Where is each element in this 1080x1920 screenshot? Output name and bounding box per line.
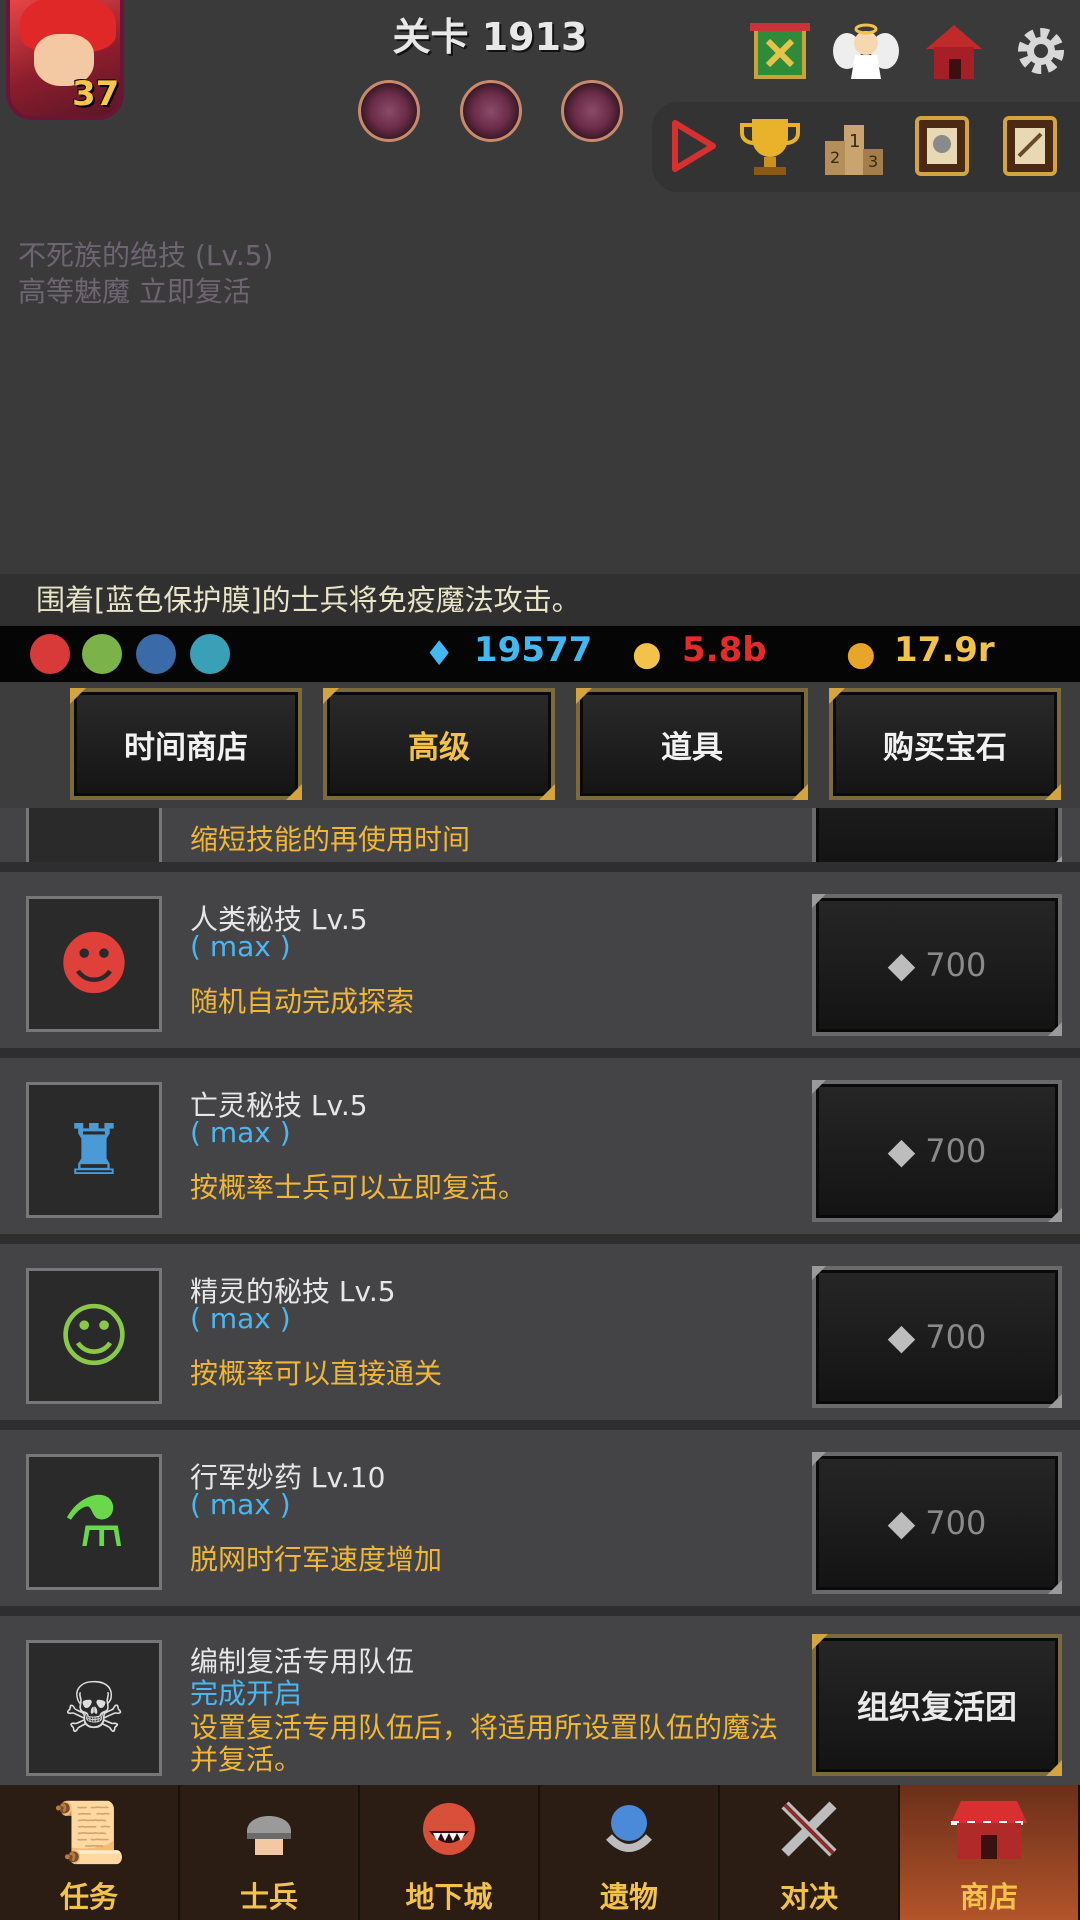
list-item: ♜ 亡灵秘技 Lv.5 ( max ) 按概率士兵可以立即复活。 ◆ 700 xyxy=(0,1048,1080,1234)
skill-effect-line1: 不死族的绝技 (Lv.5) xyxy=(18,239,274,272)
house-icon[interactable] xyxy=(921,18,987,84)
list-item: ☺ 精灵的秘技 Lv.5 ( max ) 按概率可以直接通关 ◆ 700 xyxy=(0,1234,1080,1420)
buy-undead-skill-button[interactable]: ◆ 700 xyxy=(812,1080,1062,1222)
nav-label: 任务 xyxy=(59,1880,118,1914)
guild-banner-icon[interactable] xyxy=(747,18,813,84)
list-item-desc: 脱网时行军速度增加 xyxy=(190,1543,443,1576)
list-item-status: ( max ) xyxy=(190,930,291,963)
list-item-desc: 随机自动完成探索 xyxy=(190,985,415,1018)
gold-coin-icon: ● xyxy=(846,634,876,674)
stage-title: 关卡 1913 xyxy=(392,15,588,59)
list-item: ⚗ 行军妙药 Lv.10 ( max ) 脱网时行军速度增加 ◆ 700 xyxy=(0,1420,1080,1606)
nav-label: 对决 xyxy=(779,1880,838,1914)
nav-item-quests[interactable]: 📜 任务 xyxy=(0,1785,180,1920)
nav-item-dungeon[interactable]: 地下城 xyxy=(360,1785,540,1920)
skill-effect-text: 不死族的绝技 (Lv.5) 高等魅魔 立即复活 xyxy=(18,238,273,310)
gear-icon[interactable] xyxy=(1008,18,1074,84)
buy-elf-skill-button[interactable]: ◆ 700 xyxy=(812,1266,1062,1408)
list-item-desc: 按概率士兵可以立即复活。 xyxy=(190,1171,527,1204)
nav-label: 遗物 xyxy=(599,1880,658,1914)
trophy-icon[interactable] xyxy=(736,112,804,180)
stage-star-2 xyxy=(460,80,522,142)
list-item-status: ( max ) xyxy=(190,1302,291,1335)
bottom-nav: 📜 任务 士兵 地下城 遗物 对决 商店 xyxy=(0,1785,1080,1920)
nav-label: 商店 xyxy=(959,1880,1018,1914)
dungeon-monster-icon xyxy=(415,1797,483,1876)
nav-item-relics[interactable]: 遗物 xyxy=(540,1785,720,1920)
potion-icon: ⚗ xyxy=(26,1454,162,1590)
stage-star-1 xyxy=(358,80,420,142)
human-warrior-icon: ☻ xyxy=(26,896,162,1032)
shop-icon xyxy=(947,1797,1031,1878)
elf-race-icon xyxy=(82,634,122,674)
angel-icon[interactable] xyxy=(833,18,899,84)
list-item-status: 完成开启 xyxy=(190,1677,303,1710)
buy-march-potion-button[interactable]: ◆ 700 xyxy=(812,1452,1062,1594)
nav-item-soldiers[interactable]: 士兵 xyxy=(180,1785,360,1920)
human-race-icon xyxy=(30,634,70,674)
skill-effect-line2: 高等魅魔 立即复活 xyxy=(18,275,251,308)
shop-list[interactable]: 缩短技能的再使用时间 ☻ 人类秘技 Lv.5 ( max ) 随机自动完成探索 … xyxy=(0,808,1080,1785)
list-item: ☠ 编制复活专用队伍 完成开启 设置复活专用队伍后，将适用所设置队伍的魔法并复活… xyxy=(0,1606,1080,1785)
gem-count: 19577 xyxy=(474,630,593,670)
elf-icon: ☺ xyxy=(26,1268,162,1404)
organize-revive-team-button[interactable]: 组织复活团 xyxy=(812,1634,1062,1776)
nav-item-battle[interactable]: 对决 xyxy=(720,1785,900,1920)
price-value: 700 xyxy=(925,1318,987,1356)
notice-bar: 围着[蓝色保护膜]的士兵将免疫魔法攻击。 xyxy=(0,574,1080,626)
nav-label: 地下城 xyxy=(405,1880,493,1914)
list-item: ☻ 人类秘技 Lv.5 ( max ) 随机自动完成探索 ◆ 700 xyxy=(0,862,1080,1048)
medal-count: 5.8b xyxy=(682,630,767,670)
soldier-helmet-icon xyxy=(237,1797,301,1876)
price-value: 700 xyxy=(925,1504,987,1542)
buy-human-skill-button[interactable]: ◆ 700 xyxy=(812,894,1062,1036)
gem-icon: ◆ xyxy=(887,1316,916,1358)
tab-items[interactable]: 道具 xyxy=(576,688,808,800)
price-value: 700 xyxy=(925,1132,987,1170)
nav-label: 士兵 xyxy=(239,1880,298,1914)
undead-knight-icon: ♜ xyxy=(26,1082,162,1218)
medal-icon: ● xyxy=(632,634,662,674)
svg-text:1: 1 xyxy=(849,131,860,152)
quest-book-icon[interactable] xyxy=(996,112,1064,180)
scroll-icon: 📜 xyxy=(51,1798,127,1868)
gold-count: 17.9r xyxy=(894,630,995,670)
tab-premium[interactable]: 高级 xyxy=(323,688,555,800)
relic-orb-icon xyxy=(597,1797,661,1876)
play-icon[interactable] xyxy=(658,112,726,180)
tab-buy-gems[interactable]: 购买宝石 xyxy=(829,688,1061,800)
gem-icon: ◆ xyxy=(887,944,916,986)
ranking-podium-icon[interactable]: 12 3 xyxy=(820,112,888,180)
gem-icon: ◆ xyxy=(887,1502,916,1544)
price-button-partial[interactable] xyxy=(812,808,1062,870)
list-item-desc: 设置复活专用队伍后，将适用所设置队伍的魔法并复活。 xyxy=(190,1711,779,1776)
skull-book-icon: ☠ xyxy=(26,1640,162,1776)
gem-icon: ♦ xyxy=(424,634,455,674)
price-value: 700 xyxy=(925,946,987,984)
list-item-status: ( max ) xyxy=(190,1116,291,1149)
gem-icon: ◆ xyxy=(887,1130,916,1172)
nav-item-shop[interactable]: 商店 xyxy=(900,1785,1080,1920)
crossed-swords-icon xyxy=(777,1797,841,1876)
orc-race-icon xyxy=(190,634,230,674)
list-item-desc: 按概率可以直接通关 xyxy=(190,1357,443,1390)
undead-race-icon xyxy=(136,634,176,674)
svg-text:3: 3 xyxy=(868,152,878,171)
list-item-desc: 缩短技能的再使用时间 xyxy=(190,823,471,856)
knight-book-icon[interactable] xyxy=(908,112,976,180)
svg-text:2: 2 xyxy=(830,148,840,167)
list-item-status: ( max ) xyxy=(190,1488,291,1521)
stage-star-3 xyxy=(561,80,623,142)
player-level: 37 xyxy=(72,74,120,114)
tab-time-shop[interactable]: 时间商店 xyxy=(70,688,302,800)
